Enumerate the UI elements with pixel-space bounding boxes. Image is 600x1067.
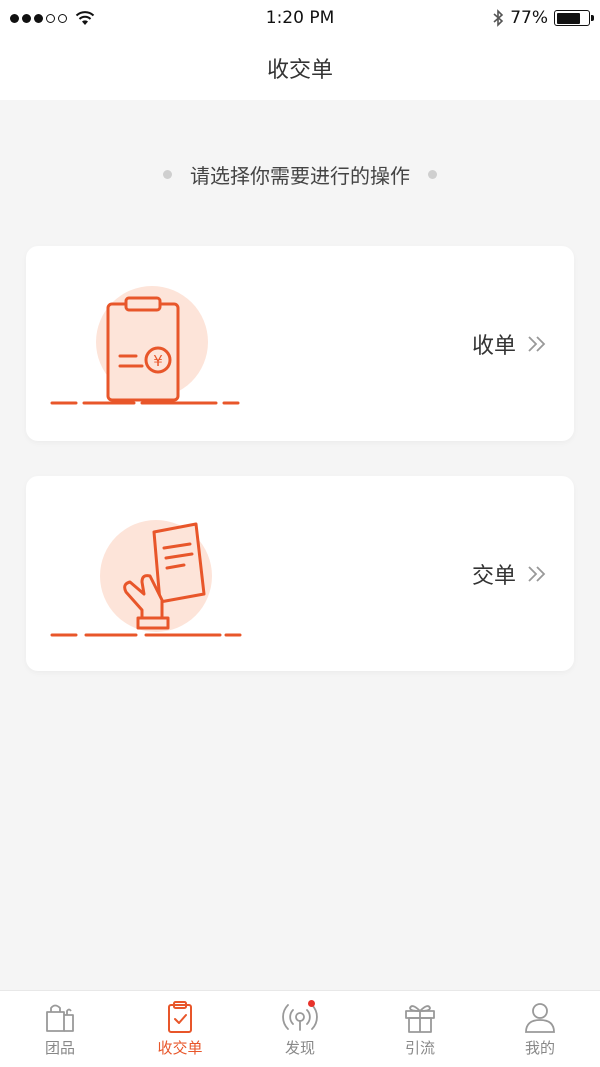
tab-shoujiaodan-label: 收交单 bbox=[157, 1039, 203, 1057]
clipboard-check-icon bbox=[168, 1001, 192, 1033]
tab-bar: 团品 收交单 发现 引流 我的 bbox=[0, 990, 600, 1067]
receive-action[interactable]: 收单 bbox=[472, 328, 548, 360]
shopping-bag-icon bbox=[46, 1004, 74, 1032]
bullet-left bbox=[163, 169, 172, 179]
double-chevron-right-icon bbox=[528, 565, 546, 582]
double-chevron-right-icon bbox=[528, 335, 546, 352]
wifi-icon bbox=[75, 11, 95, 25]
bullet-right bbox=[428, 169, 437, 179]
tab-wode[interactable]: 我的 bbox=[480, 991, 600, 1067]
notification-badge bbox=[308, 1000, 315, 1007]
battery-fill bbox=[556, 12, 581, 24]
tab-shoujiaodan[interactable]: 收交单 bbox=[120, 991, 240, 1067]
bluetooth-icon bbox=[493, 9, 504, 27]
tab-faxian[interactable]: 发现 bbox=[240, 991, 360, 1067]
tab-yinliu[interactable]: 引流 bbox=[360, 991, 480, 1067]
battery-icon bbox=[554, 10, 594, 26]
page-title: 收交单 bbox=[266, 58, 333, 83]
status-left bbox=[10, 10, 95, 26]
battery-percent: 77% bbox=[510, 8, 548, 28]
signal-dots-icon bbox=[10, 13, 67, 23]
receive-label: 收单 bbox=[471, 333, 516, 359]
receive-card[interactable]: ¥ 收单 bbox=[26, 246, 574, 441]
deliver-action[interactable]: 交单 bbox=[472, 558, 548, 590]
nav-bar: 收交单 bbox=[0, 36, 600, 100]
status-right: 77% bbox=[492, 8, 594, 28]
tab-wode-label: 我的 bbox=[524, 1039, 555, 1057]
status-bar: 1:20 PM 77% bbox=[0, 0, 600, 36]
user-icon bbox=[525, 1003, 555, 1033]
tab-faxian-label: 发现 bbox=[284, 1039, 315, 1057]
tab-yinliu-label: 引流 bbox=[404, 1039, 435, 1057]
prompt-text: 请选择你需要进行的操作 bbox=[190, 163, 410, 188]
deliver-label: 交单 bbox=[471, 563, 516, 589]
receipt-clipboard-icon: ¥ bbox=[50, 286, 240, 405]
tab-tuanpin[interactable]: 团品 bbox=[0, 991, 120, 1067]
gift-icon bbox=[405, 1005, 435, 1033]
hand-document-icon bbox=[50, 520, 242, 637]
svg-text:¥: ¥ bbox=[153, 352, 163, 370]
prompt: 请选择你需要进行的操作 bbox=[0, 156, 600, 192]
deliver-card[interactable]: 交单 bbox=[26, 476, 574, 671]
tab-tuanpin-label: 团品 bbox=[44, 1039, 75, 1057]
